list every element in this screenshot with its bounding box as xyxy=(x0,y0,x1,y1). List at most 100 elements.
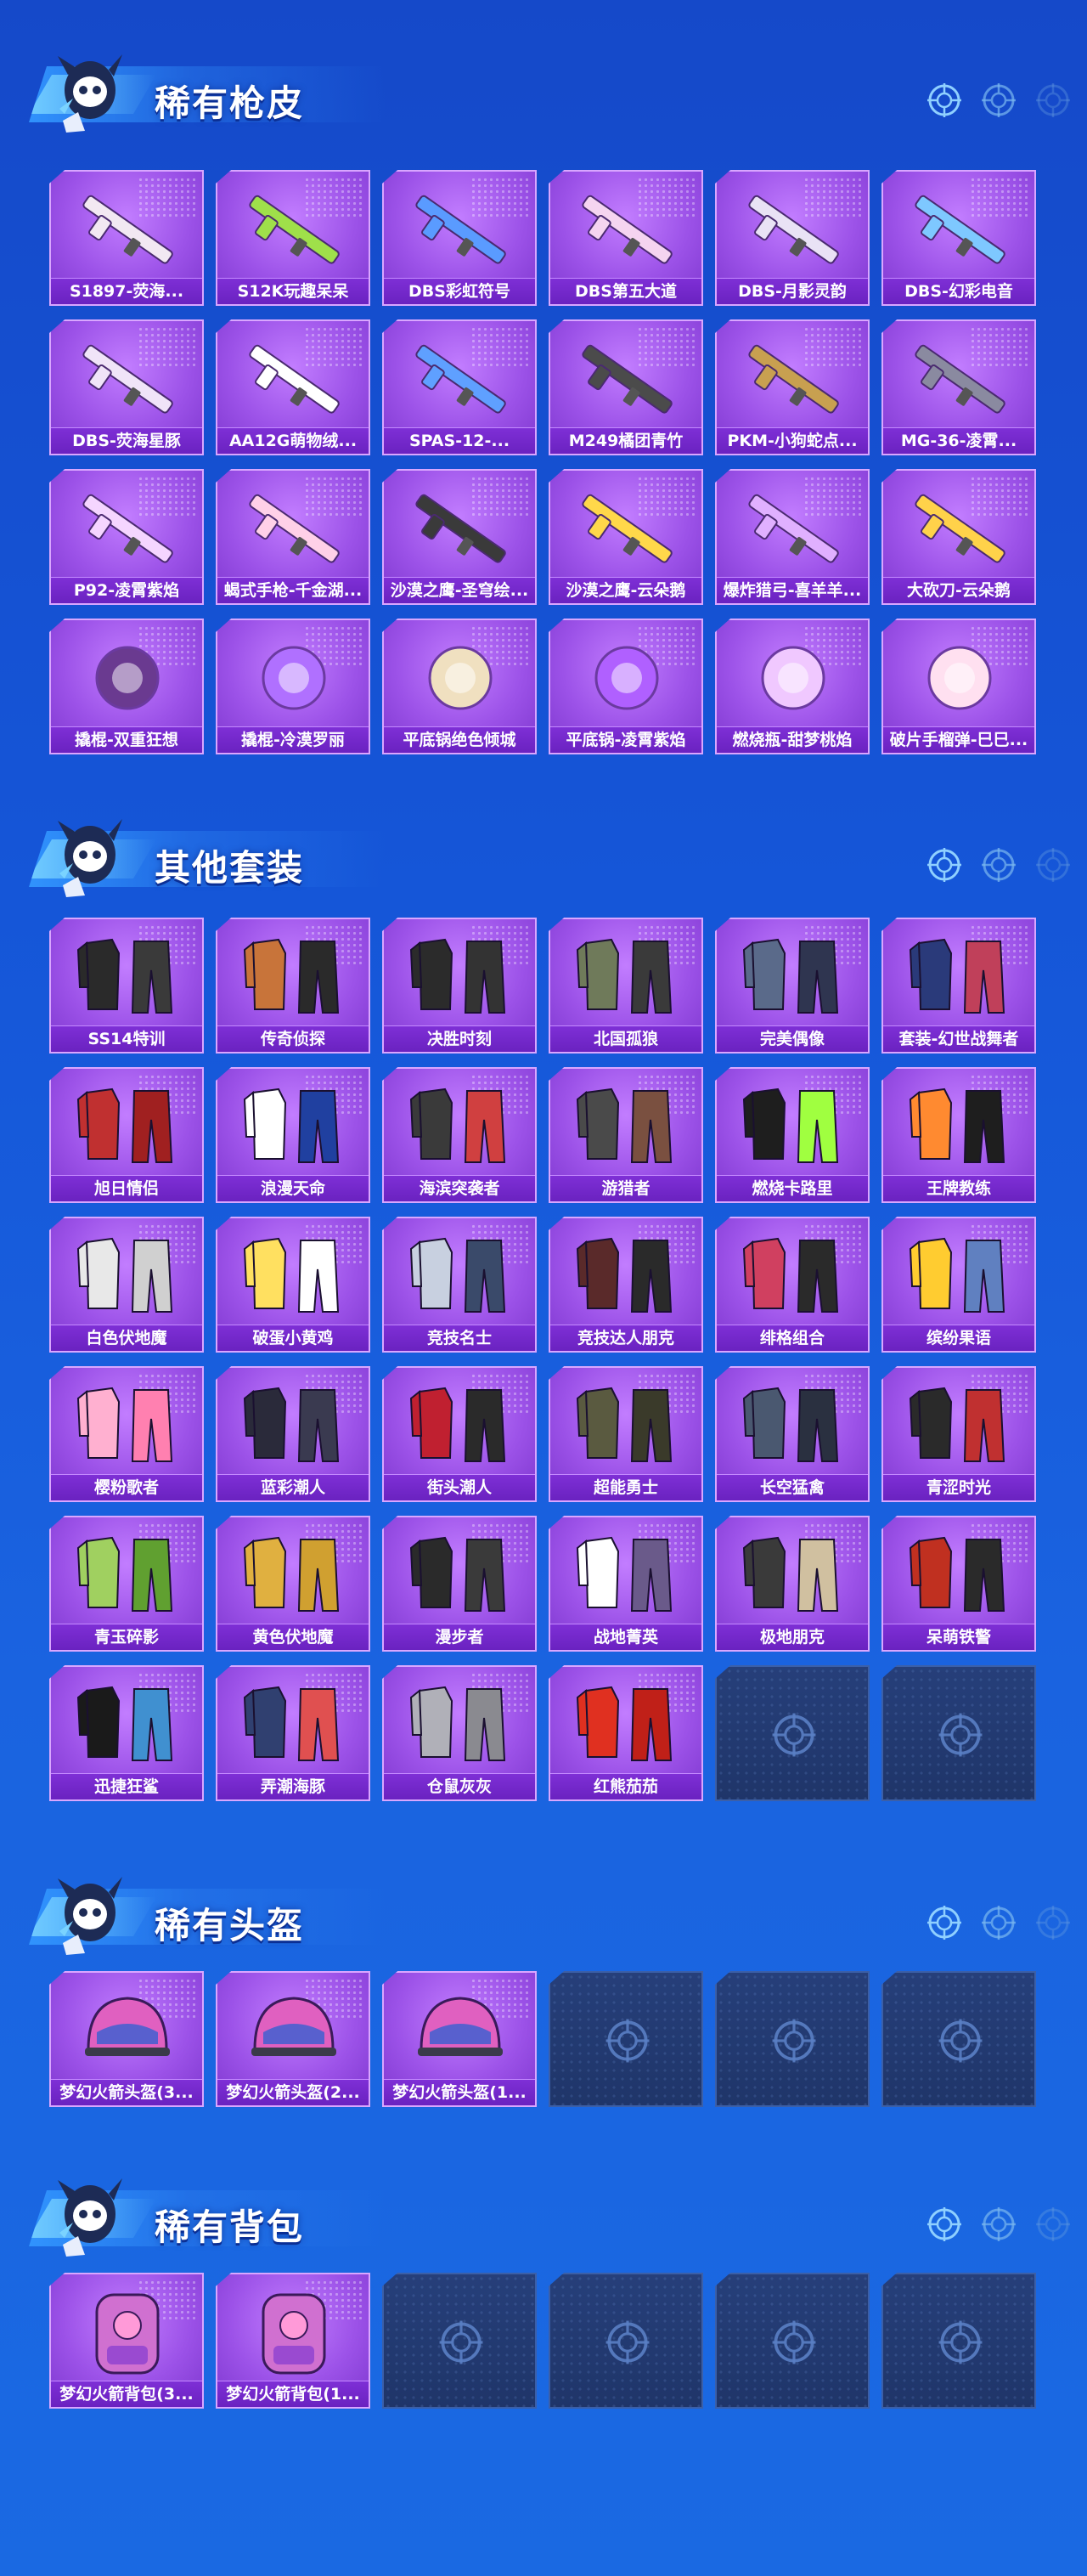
item-label: 决胜时刻 xyxy=(384,1025,535,1052)
item-card[interactable]: 樱粉歌者 xyxy=(49,1366,204,1502)
item-card[interactable]: S12K玩趣呆呆 xyxy=(216,170,370,306)
item-card[interactable]: 仓鼠灰灰 xyxy=(382,1665,537,1801)
item-card[interactable]: M249橘团青竹 xyxy=(549,319,703,455)
item-label: S12K玩趣呆呆 xyxy=(217,278,369,304)
item-card[interactable]: AA12G萌物绒... xyxy=(216,319,370,455)
item-label: DBS第五大道 xyxy=(550,278,701,304)
item-card[interactable]: 平底锅-凌霄紫焰 xyxy=(549,619,703,754)
item-card[interactable]: 北国孤狼 xyxy=(549,918,703,1054)
item-label: 破蛋小黄鸡 xyxy=(217,1325,369,1351)
crosshair-icon xyxy=(980,1904,1017,1946)
item-label: P92-凌霄紫焰 xyxy=(51,577,202,603)
item-card[interactable]: 战地菁英 xyxy=(549,1516,703,1652)
item-card[interactable]: 王牌教练 xyxy=(881,1067,1036,1203)
item-card[interactable]: 游猎者 xyxy=(549,1067,703,1203)
item-label: 街头潮人 xyxy=(384,1474,535,1500)
item-card[interactable]: 梦幻火箭头盔(3... xyxy=(49,1971,204,2107)
item-label: DBS-幻彩电音 xyxy=(883,278,1034,304)
item-label: 竞技名士 xyxy=(384,1325,535,1351)
item-card[interactable]: DBS第五大道 xyxy=(549,170,703,306)
section-header: 其他套装 xyxy=(0,807,1087,901)
item-card[interactable]: 梦幻火箭头盔(2... xyxy=(216,1971,370,2107)
item-card[interactable]: PKM-小狗蛇点... xyxy=(715,319,870,455)
item-card[interactable]: 平底锅绝色倾城 xyxy=(382,619,537,754)
item-card[interactable]: 破蛋小黄鸡 xyxy=(216,1217,370,1353)
empty-slot xyxy=(715,1665,870,1801)
section-title: 稀有头盔 xyxy=(155,1905,305,1946)
item-card[interactable]: 漫步者 xyxy=(382,1516,537,1652)
item-label: 撬棍-双重狂想 xyxy=(51,726,202,753)
item-card[interactable]: 决胜时刻 xyxy=(382,918,537,1054)
item-label: 白色伏地魔 xyxy=(51,1325,202,1351)
item-card[interactable]: 爆炸猎弓-喜羊羊... xyxy=(715,469,870,605)
item-label: 呆萌铁警 xyxy=(883,1624,1034,1650)
item-card[interactable]: 梦幻火箭背包(1... xyxy=(216,2273,370,2409)
item-card[interactable]: 沙漠之鹰-圣穹绘... xyxy=(382,469,537,605)
item-card[interactable]: 街头潮人 xyxy=(382,1366,537,1502)
item-card[interactable]: 燃烧瓶-甜梦桃焰 xyxy=(715,619,870,754)
item-card[interactable]: 蝎式手枪-千金湖... xyxy=(216,469,370,605)
item-card[interactable]: 竞技名士 xyxy=(382,1217,537,1353)
item-label: 传奇侦探 xyxy=(217,1025,369,1052)
item-card[interactable]: 海滨突袭者 xyxy=(382,1067,537,1203)
item-card[interactable]: 沙漠之鹰-云朵鹅 xyxy=(549,469,703,605)
item-card[interactable]: DBS-荧海星豚 xyxy=(49,319,204,455)
item-label: 蓝彩潮人 xyxy=(217,1474,369,1500)
item-label: 破片手榴弹-巳巳... xyxy=(883,726,1034,753)
item-label: 绯格组合 xyxy=(717,1325,868,1351)
item-card[interactable]: 旭日情侣 xyxy=(49,1067,204,1203)
crosshair-icon xyxy=(1034,82,1072,123)
item-card[interactable]: 完美偶像 xyxy=(715,918,870,1054)
item-card[interactable]: DBS-月影灵韵 xyxy=(715,170,870,306)
item-card[interactable]: 长空猛禽 xyxy=(715,1366,870,1502)
item-card[interactable]: 竞技达人朋克 xyxy=(549,1217,703,1353)
item-card[interactable]: 青玉碎影 xyxy=(49,1516,204,1652)
item-card[interactable]: 迅捷狂鲨 xyxy=(49,1665,204,1801)
crosshair-icon xyxy=(1034,1904,1072,1946)
item-card[interactable]: SS14特训 xyxy=(49,918,204,1054)
item-card[interactable]: SPAS-12-... xyxy=(382,319,537,455)
item-grid: S1897-荧海... S12K玩趣呆呆 DBS彩虹符号 DBS第五大道 DBS-月影灵… xyxy=(49,170,1036,754)
section-title: 其他套装 xyxy=(155,847,305,889)
item-label: M249橘团青竹 xyxy=(550,427,701,454)
crosshair-icon xyxy=(980,846,1017,888)
item-card[interactable]: MG-36-凌霄... xyxy=(881,319,1036,455)
item-card[interactable]: 套装-幻世战舞者 xyxy=(881,918,1036,1054)
item-card[interactable]: 红熊茄茄 xyxy=(549,1665,703,1801)
item-card[interactable]: 传奇侦探 xyxy=(216,918,370,1054)
item-card[interactable]: P92-凌霄紫焰 xyxy=(49,469,204,605)
item-card[interactable]: 梦幻火箭背包(3... xyxy=(49,2273,204,2409)
item-card[interactable]: 缤纷果语 xyxy=(881,1217,1036,1353)
item-card[interactable]: 大砍刀-云朵鹅 xyxy=(881,469,1036,605)
item-label: SS14特训 xyxy=(51,1025,202,1052)
item-grid: SS14特训 传奇侦探 决胜时刻 北国孤狼 完美偶像 套装-幻世战舞者旭日情侣 浪漫天命 海滨… xyxy=(49,918,1036,1801)
item-card[interactable]: 弄潮海豚 xyxy=(216,1665,370,1801)
mascot-icon xyxy=(58,54,122,133)
item-card[interactable]: 撬棍-冷漠罗丽 xyxy=(216,619,370,754)
item-label: DBS彩虹符号 xyxy=(384,278,535,304)
rare-helmets-section: 稀有头盔梦幻火箭头盔(3... 梦幻火箭头盔(2... 梦幻火箭头盔(1... xyxy=(0,1865,1087,2107)
item-card[interactable]: 浪漫天命 xyxy=(216,1067,370,1203)
item-card[interactable]: 蓝彩潮人 xyxy=(216,1366,370,1502)
item-label: 迅捷狂鲨 xyxy=(51,1773,202,1799)
item-card[interactable]: 白色伏地魔 xyxy=(49,1217,204,1353)
item-label: AA12G萌物绒... xyxy=(217,427,369,454)
item-card[interactable]: 梦幻火箭头盔(1... xyxy=(382,1971,537,2107)
item-card[interactable]: 绯格组合 xyxy=(715,1217,870,1353)
item-card[interactable]: 破片手榴弹-巳巳... xyxy=(881,619,1036,754)
crosshair-icon xyxy=(1034,846,1072,888)
item-card[interactable]: 黄色伏地魔 xyxy=(216,1516,370,1652)
item-card[interactable]: 超能勇士 xyxy=(549,1366,703,1502)
item-card[interactable]: 呆萌铁警 xyxy=(881,1516,1036,1652)
item-card[interactable]: 撬棍-双重狂想 xyxy=(49,619,204,754)
item-card[interactable]: S1897-荧海... xyxy=(49,170,204,306)
item-label: 套装-幻世战舞者 xyxy=(883,1025,1034,1052)
item-card[interactable]: DBS彩虹符号 xyxy=(382,170,537,306)
item-label: 游猎者 xyxy=(550,1175,701,1201)
item-card[interactable]: DBS-幻彩电音 xyxy=(881,170,1036,306)
item-card[interactable]: 极地朋克 xyxy=(715,1516,870,1652)
item-card[interactable]: 青涩时光 xyxy=(881,1366,1036,1502)
crosshair-icon xyxy=(1034,2206,1072,2247)
item-card[interactable]: 燃烧卡路里 xyxy=(715,1067,870,1203)
item-label: 极地朋克 xyxy=(717,1624,868,1650)
